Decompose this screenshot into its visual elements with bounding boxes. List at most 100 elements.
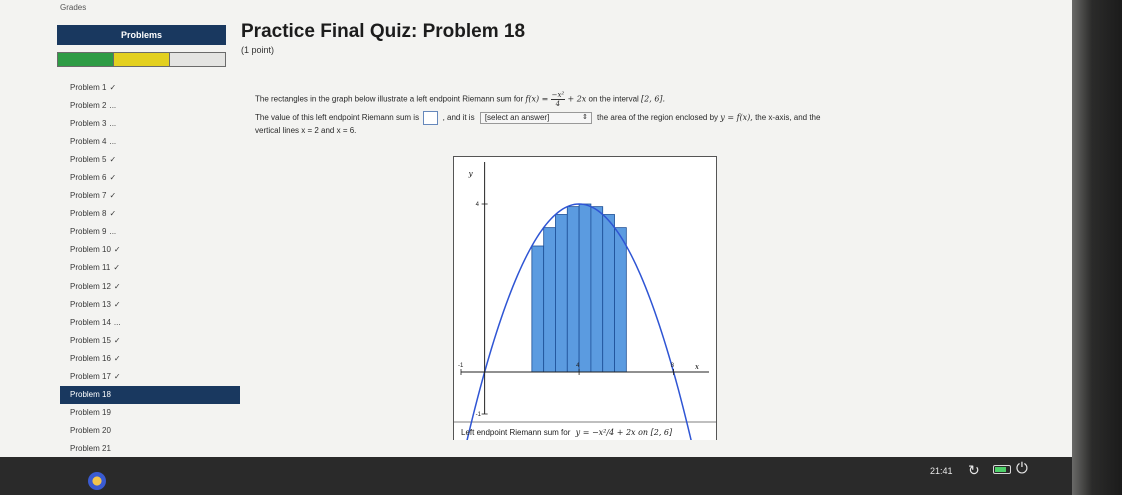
- problem-statement-line-2: The value of this left endpoint Riemann …: [255, 111, 820, 125]
- sidebar-item-label: Problem 10: [70, 245, 111, 255]
- refresh-icon[interactable]: ↻: [968, 462, 984, 478]
- riemann-rectangle: [578, 203, 592, 373]
- riemann-rectangle: [531, 245, 545, 373]
- sidebar-item-label: Problem 12: [70, 281, 111, 291]
- statement-text-b: , and it is: [442, 113, 475, 123]
- answer-input[interactable]: [423, 111, 439, 125]
- sidebar-item-label: Problem 11: [70, 263, 111, 273]
- sidebar-item-problem-2[interactable]: Problem 2...: [60, 96, 240, 114]
- sidebar-item-label: Problem 8: [70, 209, 107, 219]
- progress-segment-correct: [58, 53, 114, 66]
- sidebar-item-label: Problem 19: [70, 408, 111, 418]
- statement-text-d: the x-axis, and the: [755, 113, 821, 123]
- sidebar-item-problem-6[interactable]: Problem 6 ✓: [60, 168, 240, 186]
- sidebar-item-label: Problem 14: [70, 317, 111, 327]
- function-lhs: f(x) =: [525, 94, 549, 104]
- sidebar-item-problem-20[interactable]: Problem 20: [60, 422, 240, 440]
- sidebar-item-status: ✓: [113, 299, 121, 309]
- comparison-select[interactable]: [select an answer] ⇕: [479, 112, 592, 124]
- riemann-sum-graph: y x -1 4 84-1 Left endpoint Riemann sum fo…: [453, 156, 717, 440]
- sidebar-item-status: ✓: [109, 82, 117, 92]
- sidebar-item-label: Problem 16: [70, 353, 111, 363]
- fraction-numerator: −x²: [550, 91, 566, 100]
- sidebar-item-problem-18[interactable]: Problem 18: [60, 385, 240, 404]
- sidebar-item-label: Problem 21: [70, 444, 111, 454]
- sidebar-item-status: ...: [109, 118, 117, 128]
- sidebar-item-label: Problem 13: [70, 299, 111, 309]
- sidebar-item-label: Problem 17: [70, 372, 111, 382]
- sidebar-item-problem-1[interactable]: Problem 1 ✓: [60, 78, 240, 96]
- sidebar-item-problem-17[interactable]: Problem 17 ✓: [60, 368, 240, 386]
- app-launcher-icon[interactable]: [88, 472, 106, 490]
- riemann-rectangle: [543, 227, 556, 373]
- sidebar-item-label: Problem 9: [70, 227, 107, 237]
- caption-math: y = −x²/4 + 2x on [2, 6]: [575, 428, 673, 437]
- x-tick-label: -1: [458, 363, 464, 369]
- screen-bezel-right: [1072, 0, 1122, 495]
- interval-value: [2, 6].: [641, 94, 666, 104]
- sidebar-item-status: ✓: [109, 154, 117, 164]
- x-axis-label: x: [695, 363, 699, 371]
- sidebar-item-status: ✓: [109, 173, 117, 183]
- problems-button[interactable]: Problems: [57, 25, 226, 45]
- function-rest: + 2x: [567, 94, 587, 104]
- riemann-rectangle: [555, 214, 568, 373]
- points-label: (1 point): [241, 45, 275, 55]
- sidebar-item-label: Problem 4: [70, 136, 107, 146]
- power-icon[interactable]: ⏻: [1016, 460, 1034, 478]
- caption-prefix: Left endpoint Riemann sum for: [461, 428, 571, 437]
- sidebar-item-problem-16[interactable]: Problem 16 ✓: [60, 349, 240, 367]
- sidebar-item-problem-7[interactable]: Problem 7 ✓: [60, 187, 240, 205]
- sidebar-item-problem-14[interactable]: Problem 14...: [60, 313, 240, 331]
- sidebar-item-problem-15[interactable]: Problem 15 ✓: [60, 331, 240, 349]
- sidebar-item-status: ...: [109, 227, 117, 237]
- statement-text-a: The value of this left endpoint Riemann …: [255, 113, 420, 123]
- riemann-rectangle: [590, 206, 604, 373]
- statement-text-c: the area of the region enclosed by: [597, 113, 719, 123]
- sidebar-item-problem-13[interactable]: Problem 13 ✓: [60, 295, 240, 313]
- sidebar-item-problem-11[interactable]: Problem 11 ✓: [60, 259, 240, 277]
- sidebar-item-problem-4[interactable]: Problem 4...: [60, 132, 240, 150]
- statement-text: The rectangles in the graph below illust…: [255, 94, 524, 104]
- sidebar-item-label: Problem 5: [70, 154, 107, 164]
- battery-icon: [993, 465, 1011, 474]
- sidebar-item-label: Problem 2: [70, 100, 107, 110]
- progress-bar: [57, 52, 226, 67]
- grades-link[interactable]: Grades: [60, 3, 86, 12]
- sidebar-item-status: ...: [109, 136, 117, 146]
- select-arrows-icon: ⇕: [581, 114, 588, 121]
- problem-list: Problem 1 ✓ Problem 2... Problem 3... Proble…: [60, 78, 240, 476]
- progress-segment-partial: [114, 53, 170, 66]
- problem-statement-line-1: The rectangles in the graph below illust…: [255, 91, 665, 108]
- sidebar-item-problem-10[interactable]: Problem 10 ✓: [60, 241, 240, 259]
- interval-text: on the interval: [588, 94, 639, 104]
- sidebar-item-status: ✓: [113, 372, 121, 382]
- sidebar-item-status: ✓: [109, 209, 117, 219]
- statement-math: y = f(x),: [720, 113, 753, 123]
- select-placeholder: [select an answer]: [484, 113, 550, 122]
- riemann-rectangle: [566, 206, 580, 373]
- sidebar-item-status: ✓: [113, 353, 121, 363]
- sidebar-item-problem-5[interactable]: Problem 5 ✓: [60, 150, 240, 168]
- riemann-rectangle: [602, 214, 615, 373]
- sidebar-item-label: Problem 3: [70, 118, 107, 128]
- sidebar-item-status: ✓: [113, 245, 121, 255]
- sidebar-item-problem-8[interactable]: Problem 8 ✓: [60, 205, 240, 223]
- sidebar-item-problem-3[interactable]: Problem 3...: [60, 114, 240, 132]
- sidebar-item-problem-21[interactable]: Problem 21: [60, 440, 240, 458]
- sidebar-item-status: ✓: [109, 191, 117, 201]
- sidebar-item-problem-9[interactable]: Problem 9...: [60, 223, 240, 241]
- page-title: Practice Final Quiz: Problem 18: [241, 21, 526, 42]
- sidebar-item-status: ✓: [113, 281, 121, 291]
- clock: 21:41: [930, 466, 953, 476]
- taskbar: [0, 457, 1072, 495]
- sidebar-item-problem-12[interactable]: Problem 12 ✓: [60, 277, 240, 295]
- sidebar-item-status: ...: [113, 317, 121, 327]
- fraction-denominator: 4: [555, 100, 561, 108]
- sidebar-item-label: Problem 7: [70, 191, 107, 201]
- y-tick-label: -1: [476, 412, 482, 418]
- progress-segment-empty: [170, 53, 225, 66]
- sidebar-item-label: Problem 15: [70, 335, 111, 345]
- sidebar-item-status: ✓: [113, 263, 121, 273]
- sidebar-item-problem-19[interactable]: Problem 19: [60, 404, 240, 422]
